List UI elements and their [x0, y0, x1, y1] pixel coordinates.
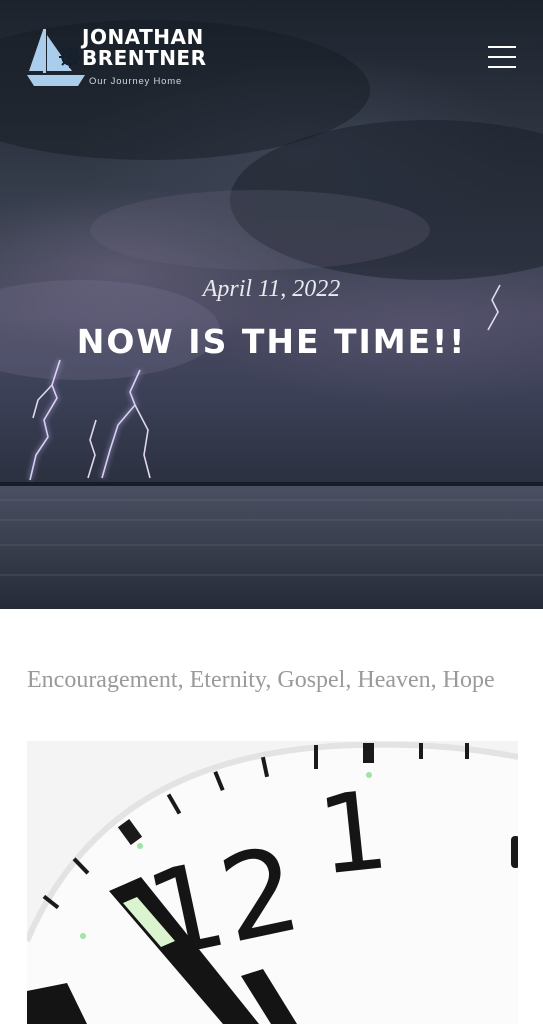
logo-line-1: JONATHAN	[82, 25, 204, 49]
hamburger-menu-button[interactable]	[486, 44, 518, 70]
featured-clock-image: 12 1	[27, 741, 518, 1024]
category-link-heaven[interactable]: Heaven	[357, 667, 430, 693]
sailboat-icon	[27, 29, 85, 86]
category-separator: ,	[177, 667, 190, 693]
storm-sky-image	[0, 20, 543, 609]
category-separator: ,	[265, 667, 278, 693]
category-link-gospel[interactable]: Gospel	[277, 667, 345, 693]
category-link-encouragement[interactable]: Encouragement	[27, 667, 178, 693]
category-link-eternity[interactable]: Eternity	[190, 667, 266, 693]
post-title: NOW IS THE TIME!!	[76, 322, 467, 361]
clock-numeral-1: 1	[312, 768, 393, 899]
logo-wordmark: JONATHAN BRENTNER	[82, 27, 207, 69]
clock-icon: 12 1	[27, 741, 518, 1024]
category-separator: ,	[345, 667, 358, 693]
post-date: April 11, 2022	[202, 276, 341, 302]
category-separator: ,	[430, 667, 443, 693]
hero-banner: JONATHAN BRENTNER Our Journey Home April…	[0, 0, 543, 609]
logo-line-2: BRENTNER	[82, 46, 207, 70]
category-link-hope[interactable]: Hope	[443, 667, 495, 693]
site-tagline: Our Journey Home	[89, 76, 183, 87]
post-categories: Encouragement, Eternity, Gospel, Heaven,…	[27, 667, 527, 694]
site-logo[interactable]: JONATHAN BRENTNER Our Journey Home	[26, 27, 206, 91]
